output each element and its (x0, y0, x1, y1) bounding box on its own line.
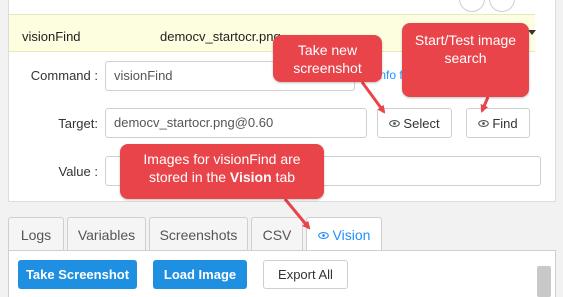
arrow-to-vision-tab (283, 198, 311, 230)
callout-vision-bold: Vision (229, 169, 272, 185)
callout-vision-post: tab (271, 169, 296, 185)
callout-take-screenshot-text: Take new screenshot (293, 42, 362, 76)
callout-start-test: Start/Test image search (402, 23, 529, 97)
arrow-to-find (480, 96, 490, 113)
callout-take-screenshot: Take new screenshot (273, 35, 382, 82)
arrow-to-select (360, 81, 386, 114)
callout-vision-tab: Images for visionFind are stored in the … (120, 144, 324, 199)
callout-start-test-text: Start/Test image search (414, 32, 517, 66)
